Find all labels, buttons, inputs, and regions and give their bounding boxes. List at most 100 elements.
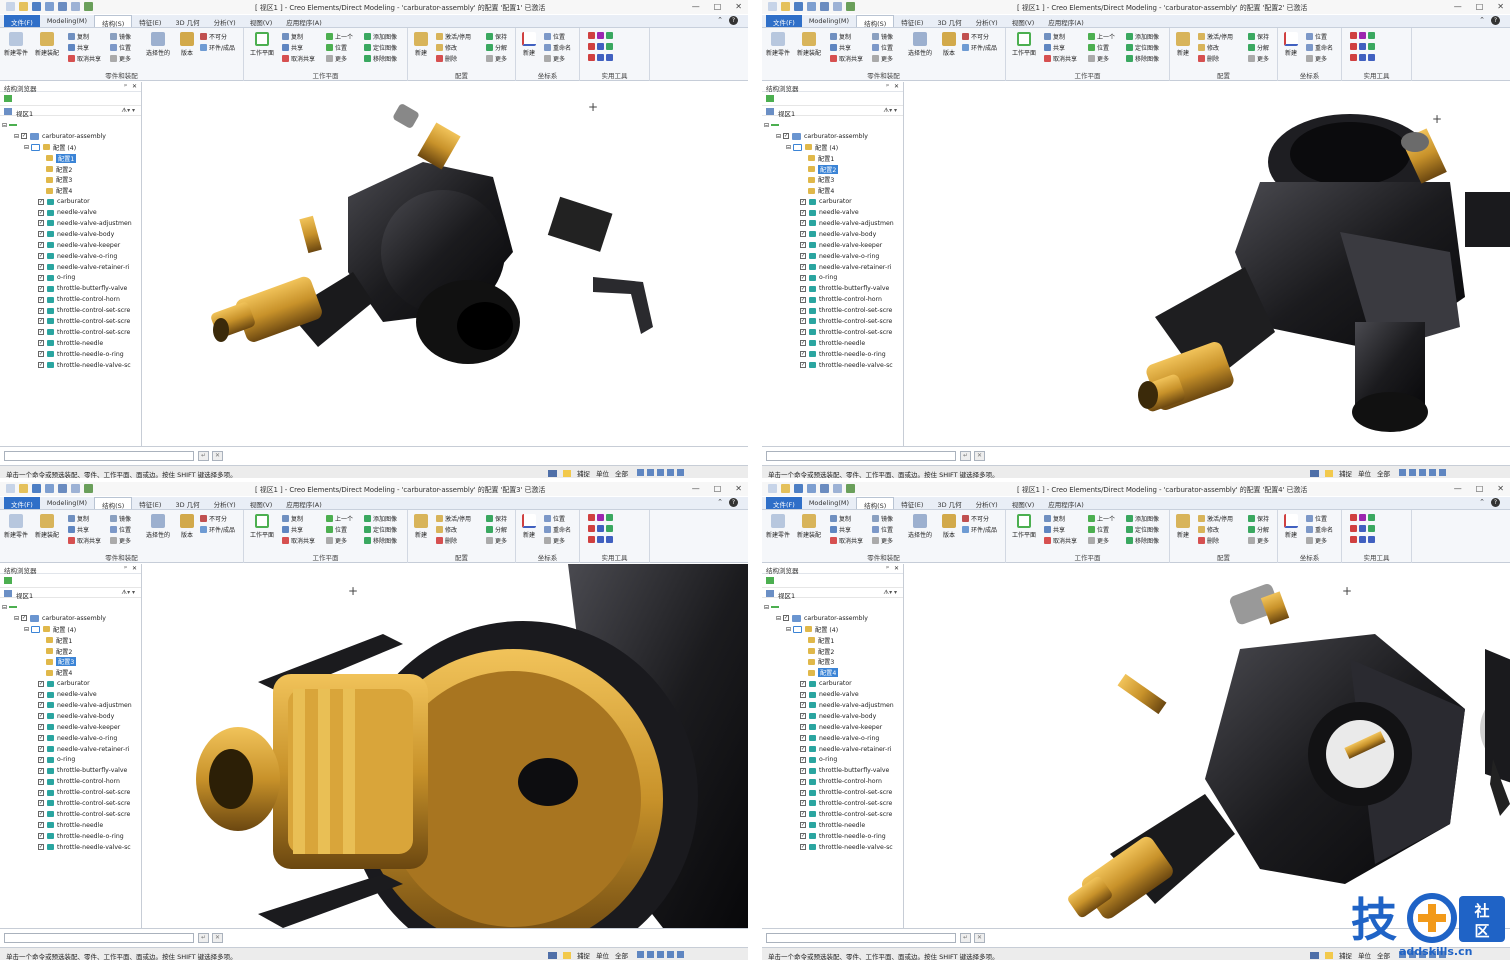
std-parts-button[interactable]: 环件/成品 [962,43,997,52]
tree-part-row[interactable]: ✓ needle-valve [762,207,903,218]
save-icon[interactable] [32,484,41,493]
search-filter-icon[interactable]: ᗑ▾ ▾ [121,589,135,597]
wp-more-button[interactable]: 更多 [326,54,347,63]
tree-part-row[interactable]: ✓ needle-valve-body [0,711,141,722]
visibility-checkbox[interactable]: ✓ [38,318,44,325]
pos-image-button[interactable]: 定位图像 [364,43,397,52]
visibility-checkbox[interactable]: ✓ [800,362,806,369]
config-new-button[interactable]: 新建 [1176,32,1190,57]
cs-more-button[interactable]: 更多 [1306,536,1327,545]
visibility-checkbox[interactable]: ✓ [38,713,44,720]
visibility-checkbox[interactable]: ✓ [800,307,806,314]
undo-icon[interactable] [820,2,829,11]
tab-4[interactable]: 3D 几何 [930,497,968,509]
tab-3[interactable]: 特征(E) [132,497,168,509]
visibility-checkbox[interactable]: ✓ [38,811,44,818]
view-icon-5[interactable] [677,468,684,476]
visibility-checkbox[interactable]: ✓ [21,133,28,140]
snap-label[interactable]: 捕捉 [1339,468,1352,478]
filter-icon[interactable] [4,95,12,102]
query-tool[interactable] [1350,54,1375,61]
modify-button[interactable]: 修改 [1198,43,1219,52]
tree-part-row[interactable]: ✓ needle-valve-adjustmen [762,218,903,229]
minimize-button[interactable]: — [1454,2,1462,11]
browser-view-row[interactable]: 视区1 ᗑ▾ ▾ [0,587,141,600]
query-tool[interactable] [588,54,613,61]
collapse-icon[interactable]: ⊟ [14,615,19,622]
pin-icon[interactable]: ᵖ [886,83,889,90]
remove-image-button[interactable]: 移除图像 [364,536,397,545]
split-button[interactable]: 分解 [1248,43,1269,52]
tab-0[interactable]: 文件(F) [4,497,40,509]
browser-close-icon[interactable]: ✕ [132,565,137,572]
config-more-button[interactable]: 更多 [1248,54,1269,63]
pick-icon[interactable] [846,2,855,11]
filter-icon[interactable] [766,577,774,584]
std-parts-button[interactable]: 环件/成品 [962,525,997,534]
query-tool[interactable] [1350,536,1375,543]
collapse-icon[interactable]: ⊟ [2,604,7,611]
visibility-checkbox[interactable]: ✓ [38,307,44,314]
more-button[interactable]: 更多 [110,54,131,63]
unshare-button[interactable]: 取消共享 [68,536,101,545]
new-assembly-button[interactable]: 新建装配 [35,514,59,539]
view-icon-4[interactable] [667,468,674,476]
new-part-button[interactable]: 新建零件 [4,514,28,539]
delete-button[interactable]: 删除 [436,54,457,63]
tab-5[interactable]: 分析(Y) [969,497,1005,509]
tree-part-row[interactable]: ✓ o-ring [762,272,903,283]
help-icon[interactable]: ? [729,498,738,507]
view-icon-3[interactable] [657,950,664,958]
browser-view-row[interactable]: 视区1 ᗑ▾ ▾ [762,587,903,600]
selectable-button[interactable]: 选择性的 [146,514,170,539]
unshare-button[interactable]: 取消共享 [68,54,101,63]
tree-part-row[interactable]: ✓ throttle-needle [762,820,903,831]
tree-part-row[interactable]: ✓ throttle-needle [0,820,141,831]
position-button[interactable]: 位置 [110,525,131,534]
view-icon-2[interactable] [647,950,654,958]
analysis-tool[interactable] [588,43,613,50]
tree-config-row[interactable]: 配置4 [0,185,141,196]
ribbon-collapse-icon[interactable]: ⌃ [717,16,723,25]
new-assembly-button[interactable]: 新建装配 [797,514,821,539]
command-input[interactable] [766,933,956,943]
save-icon[interactable] [794,2,803,11]
copy-button[interactable]: 复制 [68,32,89,41]
tree-part-row[interactable]: ✓ needle-valve-o-ring [0,251,141,262]
more-button[interactable]: 更多 [872,536,893,545]
tree-part-row[interactable]: ✓ needle-valve-keeper [762,240,903,251]
visibility-checkbox[interactable]: ✓ [800,253,806,260]
visibility-checkbox[interactable]: ✓ [38,274,44,281]
add-image-button[interactable]: 添加图像 [1126,514,1159,523]
tree-assembly-row[interactable]: ⊟ ✓ carburator-assembly [762,613,903,624]
tab-2[interactable]: 结构(S) [94,497,133,510]
wp-copy-button[interactable]: 复制 [282,514,303,523]
visibility-checkbox[interactable]: ✓ [800,242,806,249]
wp-copy-button[interactable]: 复制 [1044,514,1065,523]
tree-part-row[interactable]: ✓ throttle-control-set-scre [0,327,141,338]
tab-4[interactable]: 3D 几何 [168,497,206,509]
selectable-button[interactable]: 选择性的 [908,514,932,539]
enter-command-button[interactable]: ↵ [198,451,209,461]
new-file-icon[interactable] [6,2,15,11]
remove-image-button[interactable]: 移除图像 [1126,536,1159,545]
split-button[interactable]: 分解 [486,525,507,534]
tab-4[interactable]: 3D 几何 [930,15,968,27]
tree-assembly-row[interactable]: ⊟ ✓ carburator-assembly [0,613,141,624]
pos-image-button[interactable]: 定位图像 [364,525,397,534]
split-button[interactable]: 分解 [1248,525,1269,534]
cs-new-button[interactable]: 新建 [1284,32,1298,57]
visibility-checkbox[interactable]: ✓ [783,615,790,622]
collapse-icon[interactable]: ⊟ [786,144,791,151]
tree-part-row[interactable]: ✓ needle-valve-body [0,229,141,240]
std-parts-button[interactable]: 环件/成品 [200,525,235,534]
visibility-checkbox[interactable]: ✓ [800,220,806,227]
add-image-button[interactable]: 添加图像 [364,514,397,523]
tree-config-row[interactable]: 配置1 [762,635,903,646]
visibility-checkbox[interactable]: ✓ [800,767,806,774]
visibility-checkbox[interactable]: ✓ [800,713,806,720]
position-button[interactable]: 位置 [872,43,893,52]
filter-icon[interactable] [4,577,12,584]
delete-button[interactable]: 删除 [436,536,457,545]
rename-button[interactable]: 重命名 [544,525,571,534]
